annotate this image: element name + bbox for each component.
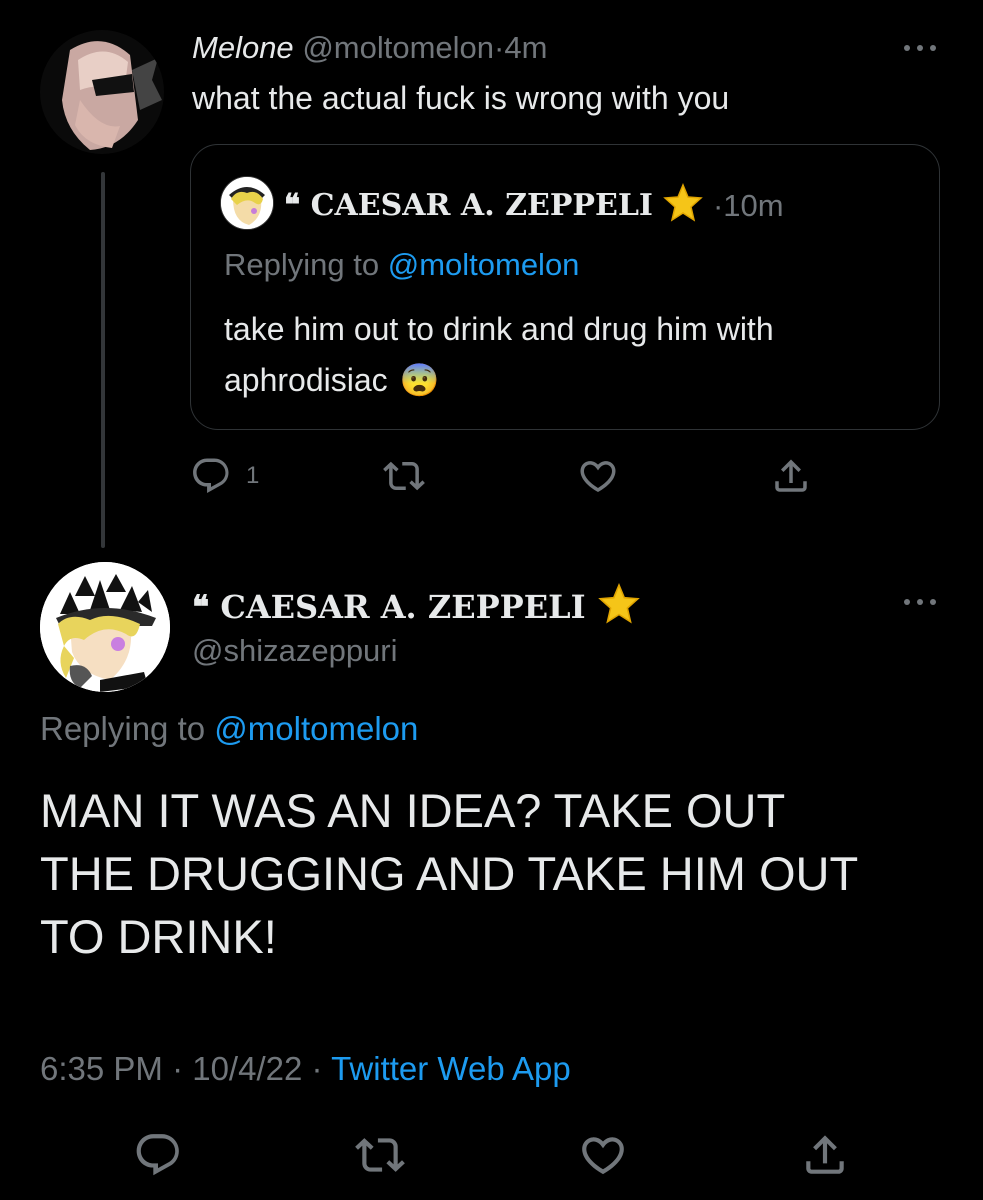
tweet1-more-icon[interactable] [900,38,940,58]
reply-icon [193,458,229,493]
share-icon [806,1135,844,1174]
caesar-avatar[interactable] [40,562,170,692]
tweet2-replying-handle[interactable]: @moltomelon [214,710,418,747]
fearful-face-emoji-icon: 😨 [399,362,440,398]
tweet2-timestamp[interactable]: 6:35 PM · 10/4/22 · [40,1050,331,1087]
tweet2-replying-to: Replying to @moltomelon [40,710,418,748]
tweet2-text-line3: TO DRINK! [40,910,277,963]
heart-icon [582,1137,624,1175]
retweet-icon [383,461,425,491]
quote-header: ❝ CAESAR A. ZEPPELI · 10m [284,183,784,228]
tweet1-separator: · [494,30,505,65]
tweet2-like-button[interactable] [578,1130,628,1180]
tweet2-more-icon[interactable] [900,592,940,612]
reply-icon [136,1134,179,1176]
tweet2-display-name[interactable]: ❝ CAESAR A. ZEPPELI [192,588,586,626]
retweet-icon [355,1138,405,1172]
tweet2-reply-button[interactable] [133,1130,183,1180]
tweet1-text: what the actual fuck is wrong with you [192,80,730,116]
quote-separator: · [712,187,724,223]
quote-avatar[interactable] [220,176,274,230]
quote-replying-to: Replying to @moltomelon [224,247,579,283]
quote-text-line1: take him out to drink and drug him with [224,311,774,347]
tweet2-meta: 6:35 PM · 10/4/22 · Twitter Web App [40,1050,571,1088]
quote-replying-prefix: Replying to [224,247,380,282]
tweet1-header: Melone @moltomelon·4m [192,30,547,66]
tweet1-reply-count: 1 [246,462,260,489]
star-emoji-icon [663,183,703,228]
tweet1-share-button[interactable] [770,455,812,497]
thread-line [101,172,105,548]
tweet2-share-button[interactable] [800,1130,850,1180]
tweet2-text-line2: THE DRUGGING AND TAKE HIM OUT [40,847,859,900]
tweet1-display-name[interactable]: Melone [192,30,294,65]
tweet2-source[interactable]: Twitter Web App [331,1050,571,1087]
tweet2-header: ❝ CAESAR A. ZEPPELI [192,583,640,630]
quote-replying-handle[interactable]: @moltomelon [388,247,580,282]
tweet1-like-button[interactable] [577,455,619,497]
melone-avatar[interactable] [40,30,164,154]
quote-display-name[interactable]: ❝ CAESAR A. ZEPPELI [284,188,653,223]
tweet1-reply-button[interactable]: 1 [190,455,259,497]
quote-text-line2: aphrodisiac [224,361,388,398]
tweet2-handle[interactable]: @shizazeppuri [192,633,398,669]
tweet1-retweet-button[interactable] [383,455,425,497]
tweet1-handle[interactable]: @moltomelon [302,30,494,65]
quote-text-line2-row: aphrodisiac 😨 [224,361,440,399]
tweet2-text-line1: MAN IT WAS AN IDEA? TAKE OUT [40,784,786,837]
tweet1-time[interactable]: 4m [504,30,547,65]
star-emoji-icon [597,583,640,630]
tweet2-text: MAN IT WAS AN IDEA? TAKE OUT THE DRUGGIN… [40,779,858,968]
heart-icon [580,461,616,493]
tweet2-replying-prefix: Replying to [40,710,206,747]
share-icon [775,459,807,492]
quote-time[interactable]: 10m [723,188,783,224]
tweet2-retweet-button[interactable] [355,1130,405,1180]
